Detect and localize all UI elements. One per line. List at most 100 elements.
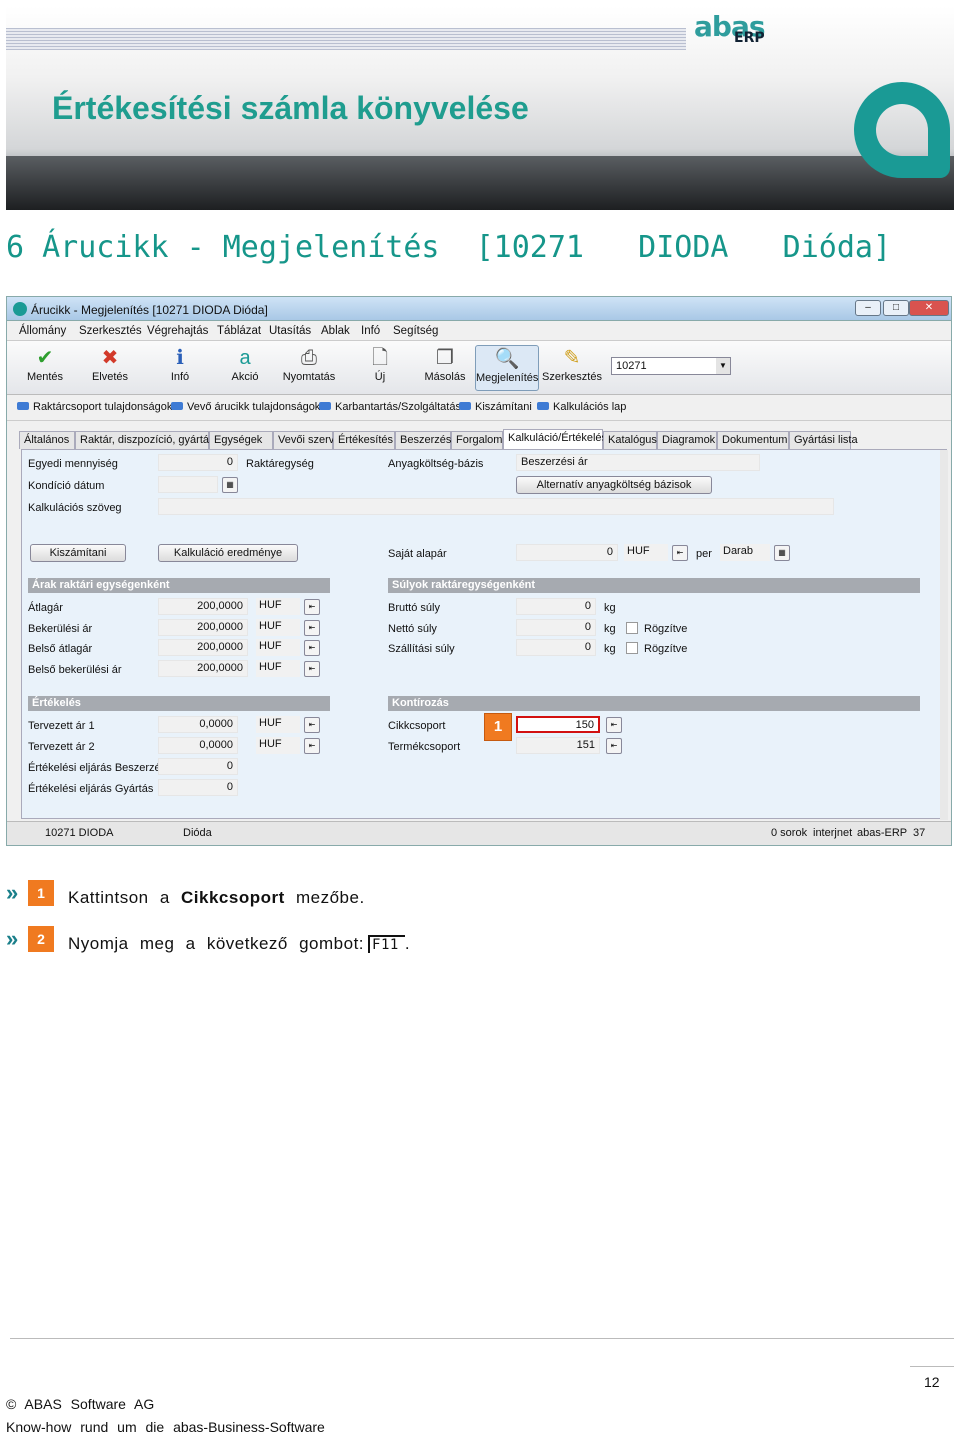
- másolás-button[interactable]: ❐ Másolás: [415, 345, 475, 391]
- link-4[interactable]: Kalkulációs lap: [537, 401, 626, 413]
- suly-unit: kg: [604, 643, 616, 655]
- menu-item-4[interactable]: Utasítás: [269, 325, 311, 337]
- lookup-icon[interactable]: ⇤: [672, 545, 688, 561]
- arak-unit: HUF: [256, 618, 300, 636]
- ertekeles-field[interactable]: 0: [158, 758, 238, 775]
- vertical-scrollbar[interactable]: [940, 450, 948, 820]
- step-2-post: .: [404, 934, 411, 953]
- ertekeles-field[interactable]: 0,0000: [158, 737, 238, 754]
- link-bar: Raktárcsoport tulajdonságok Vevő árucikk …: [7, 395, 951, 421]
- infó-button[interactable]: ℹ Infó: [157, 345, 203, 391]
- copyright: © ABAS Software AG: [6, 1396, 155, 1412]
- lookup-icon[interactable]: ⇤: [304, 660, 320, 677]
- lookup-icon[interactable]: ⇤: [304, 599, 320, 615]
- suly-field[interactable]: 0: [516, 618, 596, 636]
- link-icon: [459, 402, 471, 410]
- tab-5[interactable]: Beszerzés: [395, 431, 451, 449]
- link-3[interactable]: Kiszámítani: [459, 401, 532, 413]
- per-label: per: [696, 548, 712, 560]
- bullet-arrow-icon: »: [6, 926, 19, 951]
- calendar-icon[interactable]: ▦: [222, 477, 238, 493]
- arak-section: Árak raktári egységenként: [28, 578, 330, 593]
- kondicio-field[interactable]: [158, 476, 218, 493]
- tab-7[interactable]: Kalkuláció/Értékelés: [503, 429, 607, 449]
- checkbox[interactable]: [626, 621, 638, 634]
- megjelenítés-button[interactable]: 🔍 Megjelenítés: [475, 345, 539, 391]
- status-item-0: 10271 DIODA: [45, 827, 114, 839]
- tab-8[interactable]: Katalógus: [603, 431, 657, 449]
- arak-field[interactable]: 200,0000: [158, 618, 248, 636]
- tab-10[interactable]: Dokumentum: [717, 431, 789, 449]
- sajat-label: Saját alapár: [388, 548, 447, 560]
- menu-item-2[interactable]: Végrehajtás: [147, 325, 208, 337]
- ertekeles-field[interactable]: 0,0000: [158, 716, 238, 733]
- ertekeles-label: Tervezett ár 2: [28, 741, 95, 753]
- status-item-1: Dióda: [183, 827, 212, 839]
- kalk-szoveg-field[interactable]: [158, 498, 834, 515]
- alt-anyag-button[interactable]: Alternatív anyagköltség bázisok: [516, 476, 712, 494]
- raktaregyseg-label: Raktáregység: [246, 458, 314, 470]
- toolbar-label: Elvetés: [91, 371, 129, 383]
- toolbar-label: Akció: [231, 371, 259, 383]
- menu-item-7[interactable]: Segítség: [393, 325, 438, 337]
- lookup-icon[interactable]: ⇤: [304, 717, 320, 733]
- arak-field[interactable]: 200,0000: [158, 659, 248, 677]
- link-0[interactable]: Raktárcsoport tulajdonságok: [17, 401, 172, 413]
- anyag-select[interactable]: Beszerzési ár: [516, 454, 760, 471]
- status-bar: 10271 DIODA Dióda 0 sorok interjnet abas-ERP…: [7, 821, 951, 845]
- grid-icon[interactable]: ▦: [774, 545, 790, 561]
- arak-field[interactable]: 200,0000: [158, 639, 248, 656]
- arak-label: Belső átlagár: [28, 643, 93, 655]
- egyedi-field[interactable]: 0: [158, 454, 238, 471]
- lookup-icon[interactable]: ⇤: [304, 738, 320, 754]
- menu-item-6[interactable]: Infó: [361, 325, 380, 337]
- kiszamitani-button[interactable]: Kiszámítani: [30, 544, 126, 562]
- record-combo[interactable]: 10271 ▼: [611, 357, 731, 375]
- close-button[interactable]: ✕: [909, 300, 949, 316]
- tab-0[interactable]: Általános: [19, 431, 75, 449]
- cikkcsoport-field[interactable]: 150: [516, 716, 600, 733]
- nyomtatás-button[interactable]: ⎙ Nyomtatás: [277, 345, 341, 391]
- lookup-icon[interactable]: ⇤: [304, 640, 320, 656]
- menu-item-1[interactable]: Szerkesztés: [79, 325, 142, 337]
- suly-field[interactable]: 0: [516, 598, 596, 615]
- tab-3[interactable]: Vevői szerviz: [273, 431, 342, 449]
- tab-4[interactable]: Értékesítés: [333, 431, 395, 449]
- arak-label: Belső bekerülési ár: [28, 663, 122, 676]
- link-2[interactable]: Karbantartás/Szolgáltatás: [319, 401, 461, 413]
- arak-field[interactable]: 200,0000: [158, 598, 248, 615]
- tab-1[interactable]: Raktár, diszpozíció, gyártás: [75, 431, 215, 449]
- kalk-eredmeny-button[interactable]: Kalkuláció eredménye: [158, 544, 298, 562]
- termekcsoport-field[interactable]: 151: [516, 737, 600, 754]
- link-icon: [171, 402, 183, 410]
- akció-button[interactable]: a Akció: [219, 345, 271, 391]
- lookup-icon[interactable]: ⇤: [606, 738, 622, 754]
- abas-logo-erp: ERP: [734, 30, 765, 46]
- tab-9[interactable]: Diagramok: [657, 431, 717, 449]
- lookup-icon[interactable]: ⇤: [606, 717, 622, 733]
- suly-field[interactable]: 0: [516, 639, 596, 656]
- szerkesztés-button[interactable]: ✎ Szerkesztés: [539, 345, 605, 391]
- maximize-button[interactable]: □: [883, 300, 909, 316]
- tab-11[interactable]: Gyártási lista: [789, 431, 858, 449]
- minimize-button[interactable]: –: [855, 300, 881, 316]
- tab-6[interactable]: Forgalom: [451, 431, 503, 449]
- step-2-text: Nyomja meg a következő gombot: F11.: [68, 934, 410, 954]
- tab-2[interactable]: Egységek: [209, 431, 273, 449]
- chevron-down-icon[interactable]: ▼: [716, 358, 730, 374]
- ertekeles-unit: HUF: [256, 716, 300, 733]
- lookup-icon[interactable]: ⇤: [304, 619, 320, 636]
- új-button[interactable]: 🗋 Új: [359, 345, 401, 391]
- sajat-field[interactable]: 0: [516, 544, 618, 561]
- menu-item-5[interactable]: Ablak: [321, 325, 350, 337]
- ertekeles-field[interactable]: 0: [158, 779, 238, 796]
- menu-item-0[interactable]: Állomány: [19, 325, 66, 337]
- checkbox[interactable]: [626, 642, 638, 654]
- arak-label: Bekerülési ár: [28, 622, 93, 635]
- toolbar-label: Nyomtatás: [282, 371, 336, 383]
- link-1[interactable]: Vevő árucikk tulajdonságok: [171, 401, 320, 413]
- mentés-button[interactable]: ✔ Mentés: [17, 345, 73, 391]
- arak-unit: HUF: [256, 639, 300, 656]
- menu-item-3[interactable]: Táblázat: [217, 325, 261, 337]
- elvetés-button[interactable]: ✖ Elvetés: [79, 345, 141, 391]
